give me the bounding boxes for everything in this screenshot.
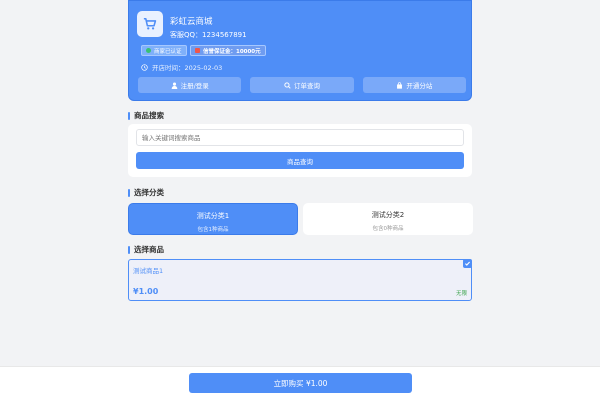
shop-header-card: 彩虹云商城 客服QQ：1234567891 商家已认证 信誉保证金：10000元… — [128, 0, 472, 101]
category-item-1[interactable]: 测试分类1 包含1种商品 — [128, 203, 298, 235]
open-time: 开店时间：2025-02-03 — [141, 62, 222, 72]
category-count: 包含1种商品 — [197, 227, 229, 233]
search-icon — [284, 81, 291, 89]
product-item-1[interactable]: 测试商品1 ¥1.00 无限 — [128, 259, 472, 301]
product-name: 测试商品1 — [133, 267, 164, 275]
open-time-label: 开店时间：2025-02-03 — [152, 64, 223, 72]
product-stock: 无限 — [455, 291, 467, 297]
search-card: 商品查询 — [128, 124, 472, 177]
category-section-title: 选择分类 — [128, 187, 164, 198]
open-substation-button-label: 开通分站 — [406, 82, 433, 90]
product-section-title: 选择商品 — [128, 244, 164, 255]
user-icon — [171, 82, 177, 89]
category-name: 测试分类2 — [371, 211, 405, 219]
verified-badge-label: 商家已认证 — [154, 48, 182, 55]
login-button[interactable]: 注册/登录 — [138, 77, 242, 93]
product-price: ¥1.00 — [133, 287, 159, 296]
shop-logo — [137, 11, 163, 37]
deposit-badge: 信誉保证金：10000元 — [190, 45, 266, 56]
deposit-icon — [195, 48, 200, 53]
open-substation-button[interactable]: 开通分站 — [362, 77, 466, 93]
shop-qq: 客服QQ：1234567891 — [170, 31, 247, 39]
verified-icon — [146, 48, 151, 53]
category-count: 包含0种商品 — [372, 226, 404, 232]
bottom-purchase-bar: 立即购买 ¥1.00 — [0, 366, 600, 400]
order-query-button[interactable]: 订单查询 — [250, 77, 354, 93]
verified-badge: 商家已认证 — [141, 45, 187, 56]
shop-action-row: 注册/登录 订单查询 开通分站 — [138, 77, 466, 93]
search-button[interactable]: 商品查询 — [136, 152, 464, 169]
category-name: 测试分类1 — [196, 212, 230, 220]
shop-name: 彩虹云商城 — [170, 17, 213, 27]
search-input[interactable] — [136, 129, 464, 146]
search-section-title: 商品搜索 — [128, 110, 164, 121]
buy-now-button[interactable]: 立即购买 ¥1.00 — [189, 373, 412, 393]
login-button-label: 注册/登录 — [180, 82, 209, 90]
category-item-2[interactable]: 测试分类2 包含0种商品 — [303, 203, 473, 235]
shopping-bag-icon — [397, 81, 403, 89]
clock-icon — [141, 63, 148, 71]
cart-icon — [143, 17, 157, 30]
deposit-badge-label: 信誉保证金：10000元 — [203, 48, 261, 55]
check-icon — [465, 261, 471, 266]
selected-check — [463, 259, 472, 268]
order-query-button-label: 订单查询 — [293, 82, 320, 90]
